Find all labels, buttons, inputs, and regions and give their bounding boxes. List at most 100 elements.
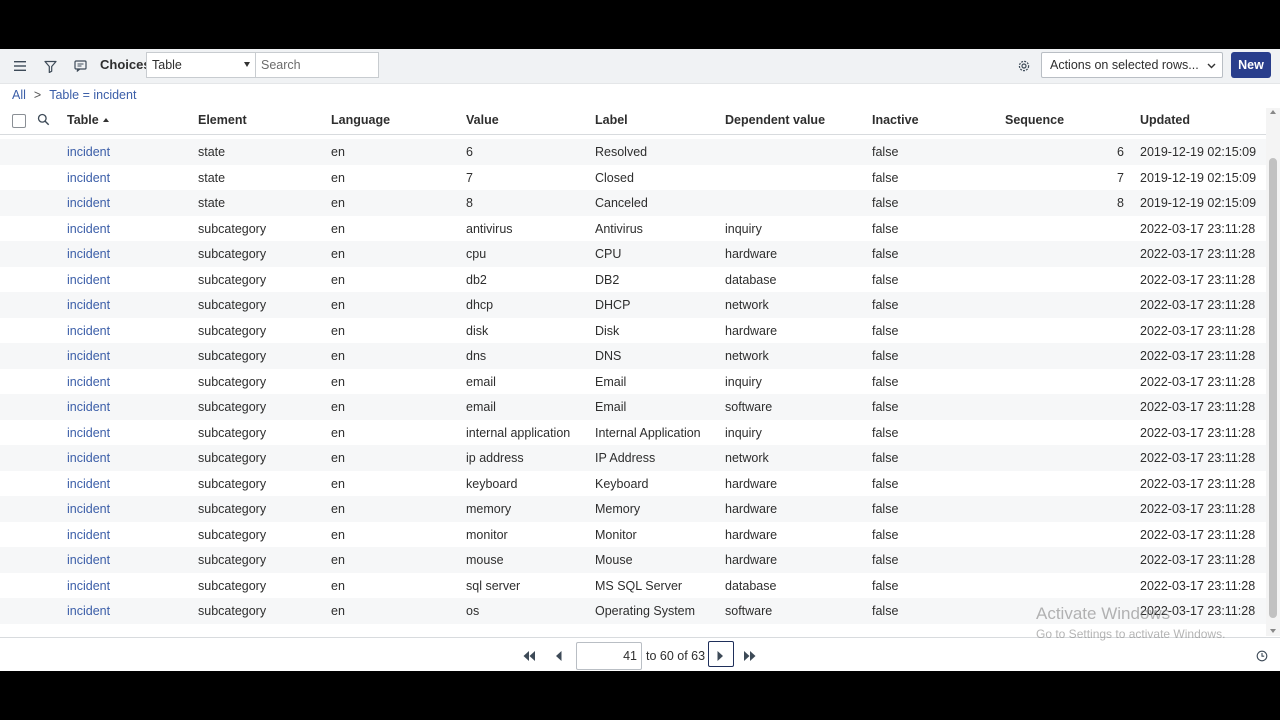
cell-updated: 2022-03-17 23:11:28 <box>1140 527 1256 542</box>
cell-inactive: false <box>872 527 899 542</box>
table-row[interactable]: incident subcategory en disk Disk hardware fal… <box>0 318 1266 344</box>
scroll-up-icon[interactable] <box>1270 110 1276 114</box>
cell-table[interactable]: incident <box>67 426 110 440</box>
cell-updated: 2022-03-17 23:11:28 <box>1140 425 1256 440</box>
cell-inactive: false <box>872 604 899 618</box>
table-row[interactable]: incident subcategory en email Email inquiry fa… <box>0 369 1266 395</box>
table-row[interactable]: incident subcategory en db2 DB2 database false… <box>0 267 1266 293</box>
gear-icon[interactable] <box>1014 56 1034 76</box>
cell-label: Operating System <box>595 604 696 618</box>
table-row[interactable]: incident state en 8 Canceled false 8 2019-12-19… <box>0 190 1266 216</box>
cell-table[interactable]: incident <box>67 477 110 491</box>
breadcrumb-all[interactable]: All <box>12 88 26 102</box>
cell-table[interactable]: incident <box>67 502 110 516</box>
vertical-scrollbar[interactable] <box>1266 108 1280 636</box>
table-row[interactable]: incident subcategory en internal applicatio… <box>0 420 1266 446</box>
table-row[interactable]: incident subcategory en cpu CPU hardware false… <box>0 241 1266 267</box>
table-row[interactable]: incident subcategory en dhcp DHCP network fals… <box>0 292 1266 318</box>
table-row[interactable]: incident subcategory en sql server MS SQL Se… <box>0 573 1266 599</box>
table-row[interactable]: incident subcategory en email Email software f… <box>0 394 1266 420</box>
cell-updated: 2022-03-17 23:11:28 <box>1140 578 1256 593</box>
previous-page-icon[interactable] <box>548 646 570 666</box>
cell-label: Mouse <box>595 553 633 567</box>
table-row[interactable]: incident subcategory en dns DNS network false 2… <box>0 343 1266 369</box>
cell-dependent-value: hardware <box>725 553 778 567</box>
select-all-checkbox[interactable] <box>12 114 26 128</box>
cell-table[interactable]: incident <box>67 604 110 618</box>
cell-table[interactable]: incident <box>67 247 110 261</box>
message-icon[interactable] <box>70 56 90 76</box>
column-header-table[interactable]: Table <box>67 113 109 127</box>
cell-table[interactable]: incident <box>67 145 110 159</box>
cell-element: subcategory <box>198 247 267 261</box>
column-header-value[interactable]: Value <box>466 113 499 127</box>
table-row[interactable]: incident subcategory en memory Memory hardwar… <box>0 496 1266 522</box>
cell-label: Closed <box>595 170 634 185</box>
activate-windows-watermark-subtitle: Go to Settings to activate Windows. <box>1036 627 1226 641</box>
table-row[interactable]: incident subcategory en keyboard Keyboard har… <box>0 471 1266 497</box>
hamburger-menu-icon[interactable] <box>10 56 30 76</box>
column-header-table-label: Table <box>67 113 99 127</box>
scrollbar-thumb[interactable] <box>1269 158 1277 618</box>
column-header-sequence[interactable]: Sequence <box>1005 113 1064 127</box>
column-header-updated[interactable]: Updated <box>1140 113 1190 127</box>
cell-table[interactable]: incident <box>67 579 110 593</box>
cell-table[interactable]: incident <box>67 349 110 363</box>
cell-language: en <box>331 578 345 593</box>
actions-select[interactable]: Actions on selected rows... <box>1041 52 1223 78</box>
cell-updated: 2022-03-17 23:11:28 <box>1140 502 1256 516</box>
cell-table[interactable]: incident <box>67 553 110 567</box>
cell-table[interactable]: incident <box>67 400 110 414</box>
table-row[interactable]: incident subcategory en antivirus Antivirus i… <box>0 216 1266 242</box>
first-page-icon[interactable] <box>518 646 540 666</box>
cell-language: en <box>331 425 345 440</box>
cell-inactive: false <box>872 221 899 236</box>
table-row[interactable]: incident subcategory en mouse Mouse hardware f… <box>0 547 1266 573</box>
table-row[interactable]: incident state en 6 Resolved false 6 2019-12-19… <box>0 139 1266 165</box>
cell-table[interactable]: incident <box>67 171 110 185</box>
cell-table[interactable]: incident <box>67 451 110 465</box>
cell-element: subcategory <box>198 374 267 389</box>
cell-table[interactable]: incident <box>67 375 110 389</box>
scroll-down-icon[interactable] <box>1270 629 1276 633</box>
breadcrumb-filter[interactable]: Table = incident <box>49 88 136 102</box>
column-header-element[interactable]: Element <box>198 113 247 127</box>
cell-dependent-value: inquiry <box>725 374 762 389</box>
search-input[interactable] <box>255 52 379 78</box>
clock-icon[interactable] <box>1251 646 1273 666</box>
cell-label: Disk <box>595 323 620 338</box>
cell-element: subcategory <box>198 578 267 593</box>
cell-table[interactable]: incident <box>67 298 110 312</box>
column-header-label[interactable]: Label <box>595 113 628 127</box>
page-start-input[interactable] <box>576 642 642 670</box>
table-row[interactable]: incident subcategory en monitor Monitor hardw… <box>0 522 1266 548</box>
breadcrumb: All > Table = incident <box>12 88 136 102</box>
column-header-language[interactable]: Language <box>331 113 390 127</box>
cell-table[interactable]: incident <box>67 222 110 236</box>
column-header-inactive[interactable]: Inactive <box>872 113 919 127</box>
list-title: Choices <box>100 57 151 72</box>
cell-table[interactable]: incident <box>67 528 110 542</box>
cell-updated: 2022-03-17 23:11:28 <box>1140 476 1256 491</box>
column-search-icon[interactable] <box>37 113 50 129</box>
filter-icon[interactable] <box>40 56 60 76</box>
new-button[interactable]: New <box>1231 52 1271 78</box>
cell-updated: 2022-03-17 23:11:28 <box>1140 553 1256 567</box>
cell-table[interactable]: incident <box>67 196 110 210</box>
page-range-text: to 60 of 63 <box>646 649 706 663</box>
cell-label: Internal Application <box>595 425 701 440</box>
last-page-icon[interactable] <box>739 646 761 666</box>
table-row[interactable]: incident subcategory en ip address IP Addres… <box>0 445 1266 471</box>
cell-table[interactable]: incident <box>67 324 110 338</box>
cell-dependent-value: hardware <box>725 247 778 261</box>
cell-value: mouse <box>466 553 504 567</box>
cell-value: db2 <box>466 272 487 287</box>
column-header-dependent-value[interactable]: Dependent value <box>725 113 825 127</box>
cell-element: subcategory <box>198 400 267 414</box>
next-page-icon[interactable] <box>709 646 731 666</box>
table-row[interactable]: incident state en 7 Closed false 7 2019-12-19 0… <box>0 165 1266 191</box>
search-field-select[interactable]: Table <box>146 52 256 78</box>
cell-table[interactable]: incident <box>67 273 110 287</box>
cell-element: subcategory <box>198 323 267 338</box>
cell-dependent-value: hardware <box>725 527 778 542</box>
